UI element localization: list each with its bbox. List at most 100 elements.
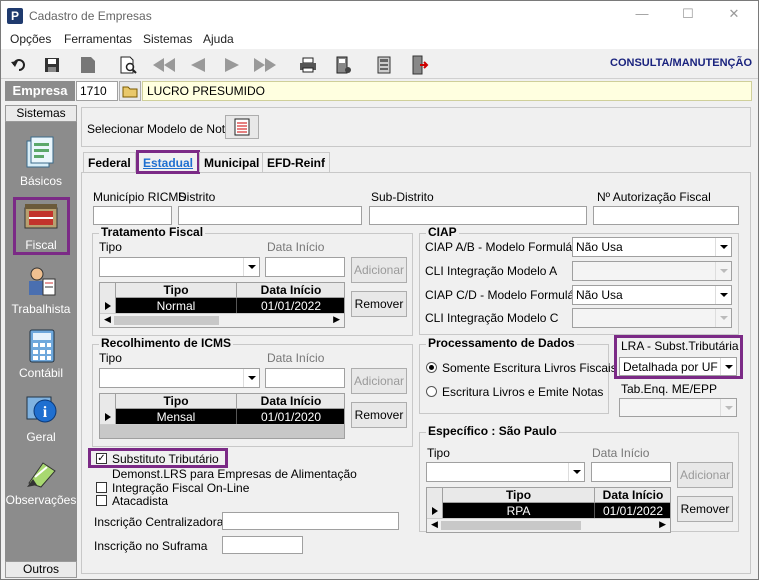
- substituto-label[interactable]: Substituto Tributário: [112, 452, 219, 466]
- last-record-icon[interactable]: [254, 54, 276, 76]
- processamento-title: Processamento de Dados: [426, 336, 577, 350]
- folder-icon: [122, 86, 138, 97]
- recolhimento-tipo-select[interactable]: [99, 368, 260, 388]
- tratamento-remove-button[interactable]: Remover: [351, 291, 407, 317]
- substituto-checkbox[interactable]: ✓: [96, 453, 107, 464]
- municipio-input[interactable]: [93, 206, 172, 225]
- table-cell-tipo[interactable]: Normal: [116, 298, 237, 314]
- basicos-icon[interactable]: [23, 135, 57, 169]
- modelo-button[interactable]: [225, 115, 259, 139]
- tratamento-title: Tratamento Fiscal: [99, 225, 206, 239]
- radio-somente[interactable]: [426, 362, 437, 373]
- integracao-checkbox[interactable]: [96, 482, 107, 493]
- tools-icon[interactable]: [373, 54, 395, 76]
- tratamento-tipo-select[interactable]: [99, 257, 260, 277]
- maximize-icon[interactable]: ☐: [681, 7, 695, 21]
- preview-icon[interactable]: [118, 54, 140, 76]
- radio-somente-label[interactable]: Somente Escritura Livros Fiscais: [442, 361, 617, 375]
- minimize-icon[interactable]: —: [635, 7, 649, 21]
- sidebar-item-fiscal[interactable]: Fiscal: [5, 238, 77, 252]
- close-icon[interactable]: ✕: [727, 7, 741, 21]
- tab-federal[interactable]: Federal: [83, 152, 136, 172]
- recolhimento-scrollbar[interactable]: [100, 424, 344, 438]
- sidebar-item-contabil[interactable]: Contábil: [5, 366, 77, 380]
- ciap-int-c-select[interactable]: [572, 308, 732, 328]
- especifico-add-button[interactable]: Adicionar: [677, 462, 733, 488]
- menu-ajuda[interactable]: Ajuda: [203, 32, 234, 46]
- table-cell-tipo[interactable]: RPA: [443, 503, 595, 519]
- main-window: P Cadastro de Empresas — ☐ ✕ Opções Ferr…: [0, 0, 759, 580]
- print-setup-icon[interactable]: [332, 54, 354, 76]
- especifico-scrollbar[interactable]: ◀ ▶: [427, 518, 670, 532]
- tratamento-add-button[interactable]: Adicionar: [351, 257, 407, 283]
- ciap-int-a-select[interactable]: [572, 261, 732, 281]
- especifico-tipo-select[interactable]: [426, 462, 585, 482]
- especifico-data-label: Data Início: [592, 446, 650, 460]
- menu-opcoes[interactable]: Opções: [10, 32, 51, 46]
- ciap-cd-select[interactable]: Não Usa: [572, 285, 732, 305]
- sidebar-footer[interactable]: Outros: [5, 561, 77, 578]
- sidebar-item-geral[interactable]: Geral: [5, 430, 77, 444]
- subdistrito-input[interactable]: [369, 206, 587, 225]
- especifico-remove-button[interactable]: Remover: [677, 496, 733, 522]
- table-cell-data[interactable]: 01/01/2022: [595, 503, 670, 519]
- save-icon[interactable]: [41, 54, 63, 76]
- open-folder-button[interactable]: [119, 81, 141, 101]
- demonst-label[interactable]: Demonst.LRS para Empresas de Alimentação: [112, 467, 357, 481]
- prev-record-icon[interactable]: [187, 54, 209, 76]
- inscricao-suframa-input[interactable]: [222, 536, 303, 554]
- recolhimento-title: Recolhimento de ICMS: [99, 336, 234, 350]
- sidebar-item-basicos[interactable]: Básicos: [5, 174, 77, 188]
- empresa-name-field[interactable]: LUCRO PRESUMIDO: [142, 81, 752, 101]
- contabil-icon[interactable]: [27, 329, 57, 363]
- lra-select[interactable]: Detalhada por UF: [619, 357, 737, 376]
- document-icon[interactable]: [77, 54, 99, 76]
- ciap-cd-label: CIAP C/D - Modelo Formulário: [425, 288, 588, 302]
- radio-escritura[interactable]: [426, 386, 437, 397]
- tratamento-grid[interactable]: Tipo Data Início Normal 01/01/2022 ◀ ▶: [99, 282, 345, 328]
- tab-enq-select[interactable]: [619, 398, 737, 417]
- ciap-ab-select[interactable]: Não Usa: [572, 237, 732, 257]
- table-cell-data[interactable]: 01/01/2020: [237, 409, 344, 425]
- fiscal-icon[interactable]: [23, 202, 59, 232]
- atacadista-checkbox[interactable]: [96, 495, 107, 506]
- sidebar-header[interactable]: Sistemas: [5, 105, 77, 122]
- tab-estadual[interactable]: Estadual: [136, 150, 201, 174]
- tab-efd-reinf[interactable]: EFD-Reinf: [262, 152, 330, 172]
- recolhimento-tipo-label: Tipo: [99, 351, 122, 365]
- print-icon[interactable]: [297, 54, 319, 76]
- sidebar-item-trabalhista[interactable]: Trabalhista: [5, 302, 77, 316]
- exit-door-icon[interactable]: [408, 54, 430, 76]
- mode-label: CONSULTA/MANUTENÇÃO: [610, 57, 752, 69]
- menu-sistemas[interactable]: Sistemas: [143, 32, 192, 46]
- radio-escritura-label[interactable]: Escritura Livros e Emite Notas: [442, 385, 603, 399]
- first-record-icon[interactable]: [153, 54, 175, 76]
- observacoes-icon[interactable]: [25, 457, 59, 489]
- trabalhista-icon[interactable]: [25, 265, 57, 297]
- especifico-grid[interactable]: Tipo Data Início RPA 01/01/2022 ◀ ▶: [426, 487, 671, 533]
- tratamento-data-input[interactable]: [265, 257, 345, 277]
- inscricao-centralizadora-input[interactable]: [222, 512, 399, 530]
- recolhimento-add-button[interactable]: Adicionar: [351, 368, 407, 394]
- autorizacao-input[interactable]: [593, 206, 739, 225]
- integracao-label[interactable]: Integração Fiscal On-Line: [112, 481, 249, 495]
- svg-text:i: i: [43, 404, 48, 421]
- empresa-code-field[interactable]: 1710: [76, 81, 118, 101]
- ciap-int-c-label: CLI Integração Modelo C: [425, 311, 559, 325]
- recolhimento-data-input[interactable]: [265, 368, 345, 388]
- geral-info-icon[interactable]: i: [25, 393, 59, 427]
- atacadista-label[interactable]: Atacadista: [112, 494, 168, 508]
- menu-ferramentas[interactable]: Ferramentas: [64, 32, 132, 46]
- table-cell-tipo[interactable]: Mensal: [116, 409, 237, 425]
- recolhimento-data-label: Data Início: [267, 351, 325, 365]
- sidebar-item-observacoes[interactable]: Observações: [5, 493, 77, 507]
- recolhimento-grid[interactable]: Tipo Data Início Mensal 01/01/2020: [99, 393, 345, 439]
- recolhimento-remove-button[interactable]: Remover: [351, 402, 407, 428]
- especifico-data-input[interactable]: [591, 462, 671, 482]
- tratamento-scrollbar[interactable]: ◀ ▶: [100, 313, 344, 327]
- next-record-icon[interactable]: [221, 54, 243, 76]
- tab-municipal[interactable]: Municipal: [199, 152, 265, 172]
- distrito-input[interactable]: [178, 206, 362, 225]
- table-cell-data[interactable]: 01/01/2022: [237, 298, 344, 314]
- undo-icon[interactable]: [8, 54, 30, 76]
